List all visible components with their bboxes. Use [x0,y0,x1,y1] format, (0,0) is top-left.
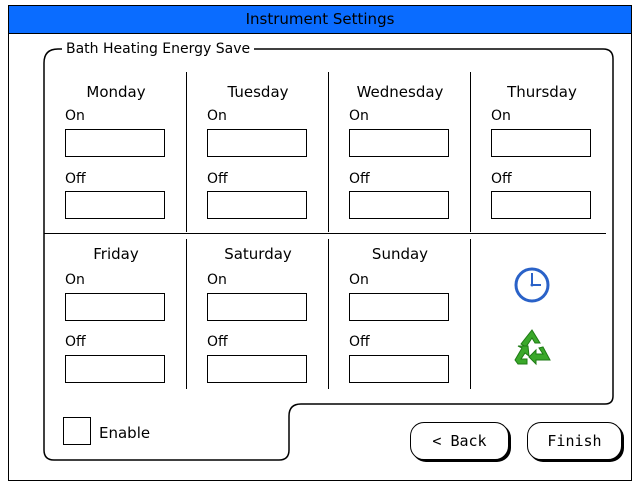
day-label: Saturday [224,245,292,263]
off-label: Off [349,171,370,187]
monday-on-field[interactable] [65,129,165,157]
clock-icon [514,267,550,303]
sunday-on-field[interactable] [349,293,449,321]
thursday-off-field[interactable] [491,191,591,219]
day-label: Wednesday [356,83,444,101]
on-label: On [349,272,369,288]
on-label: On [491,108,511,124]
grid-divider [44,233,606,234]
day-label: Friday [93,245,139,263]
saturday-on-field[interactable] [207,293,307,321]
off-label: Off [207,334,228,350]
off-label: Off [65,334,86,350]
day-label: Tuesday [227,83,289,101]
back-button[interactable]: < Back [410,422,509,460]
on-label: On [65,272,85,288]
wednesday-off-field[interactable] [349,191,449,219]
group-legend: Bath Heating Energy Save [62,40,255,58]
recycle-icon [514,329,551,366]
day-label: Thursday [507,83,577,101]
finish-button[interactable]: Finish [527,422,622,460]
on-label: On [349,108,369,124]
wednesday-on-field[interactable] [349,129,449,157]
tuesday-off-field[interactable] [207,191,307,219]
off-label: Off [349,334,370,350]
sunday-off-field[interactable] [349,355,449,383]
friday-off-field[interactable] [65,355,165,383]
group-frame [43,48,614,461]
tuesday-on-field[interactable] [207,129,307,157]
enable-label: Enable [99,424,151,442]
saturday-off-field[interactable] [207,355,307,383]
on-label: On [207,108,227,124]
on-label: On [65,108,85,124]
on-label: On [207,272,227,288]
monday-off-field[interactable] [65,191,165,219]
friday-on-field[interactable] [65,293,165,321]
thursday-on-field[interactable] [491,129,591,157]
off-label: Off [491,171,512,187]
off-label: Off [65,171,86,187]
enable-checkbox[interactable] [63,417,91,445]
off-label: Off [207,171,228,187]
day-label: Sunday [371,245,429,263]
day-label: Monday [86,83,146,101]
